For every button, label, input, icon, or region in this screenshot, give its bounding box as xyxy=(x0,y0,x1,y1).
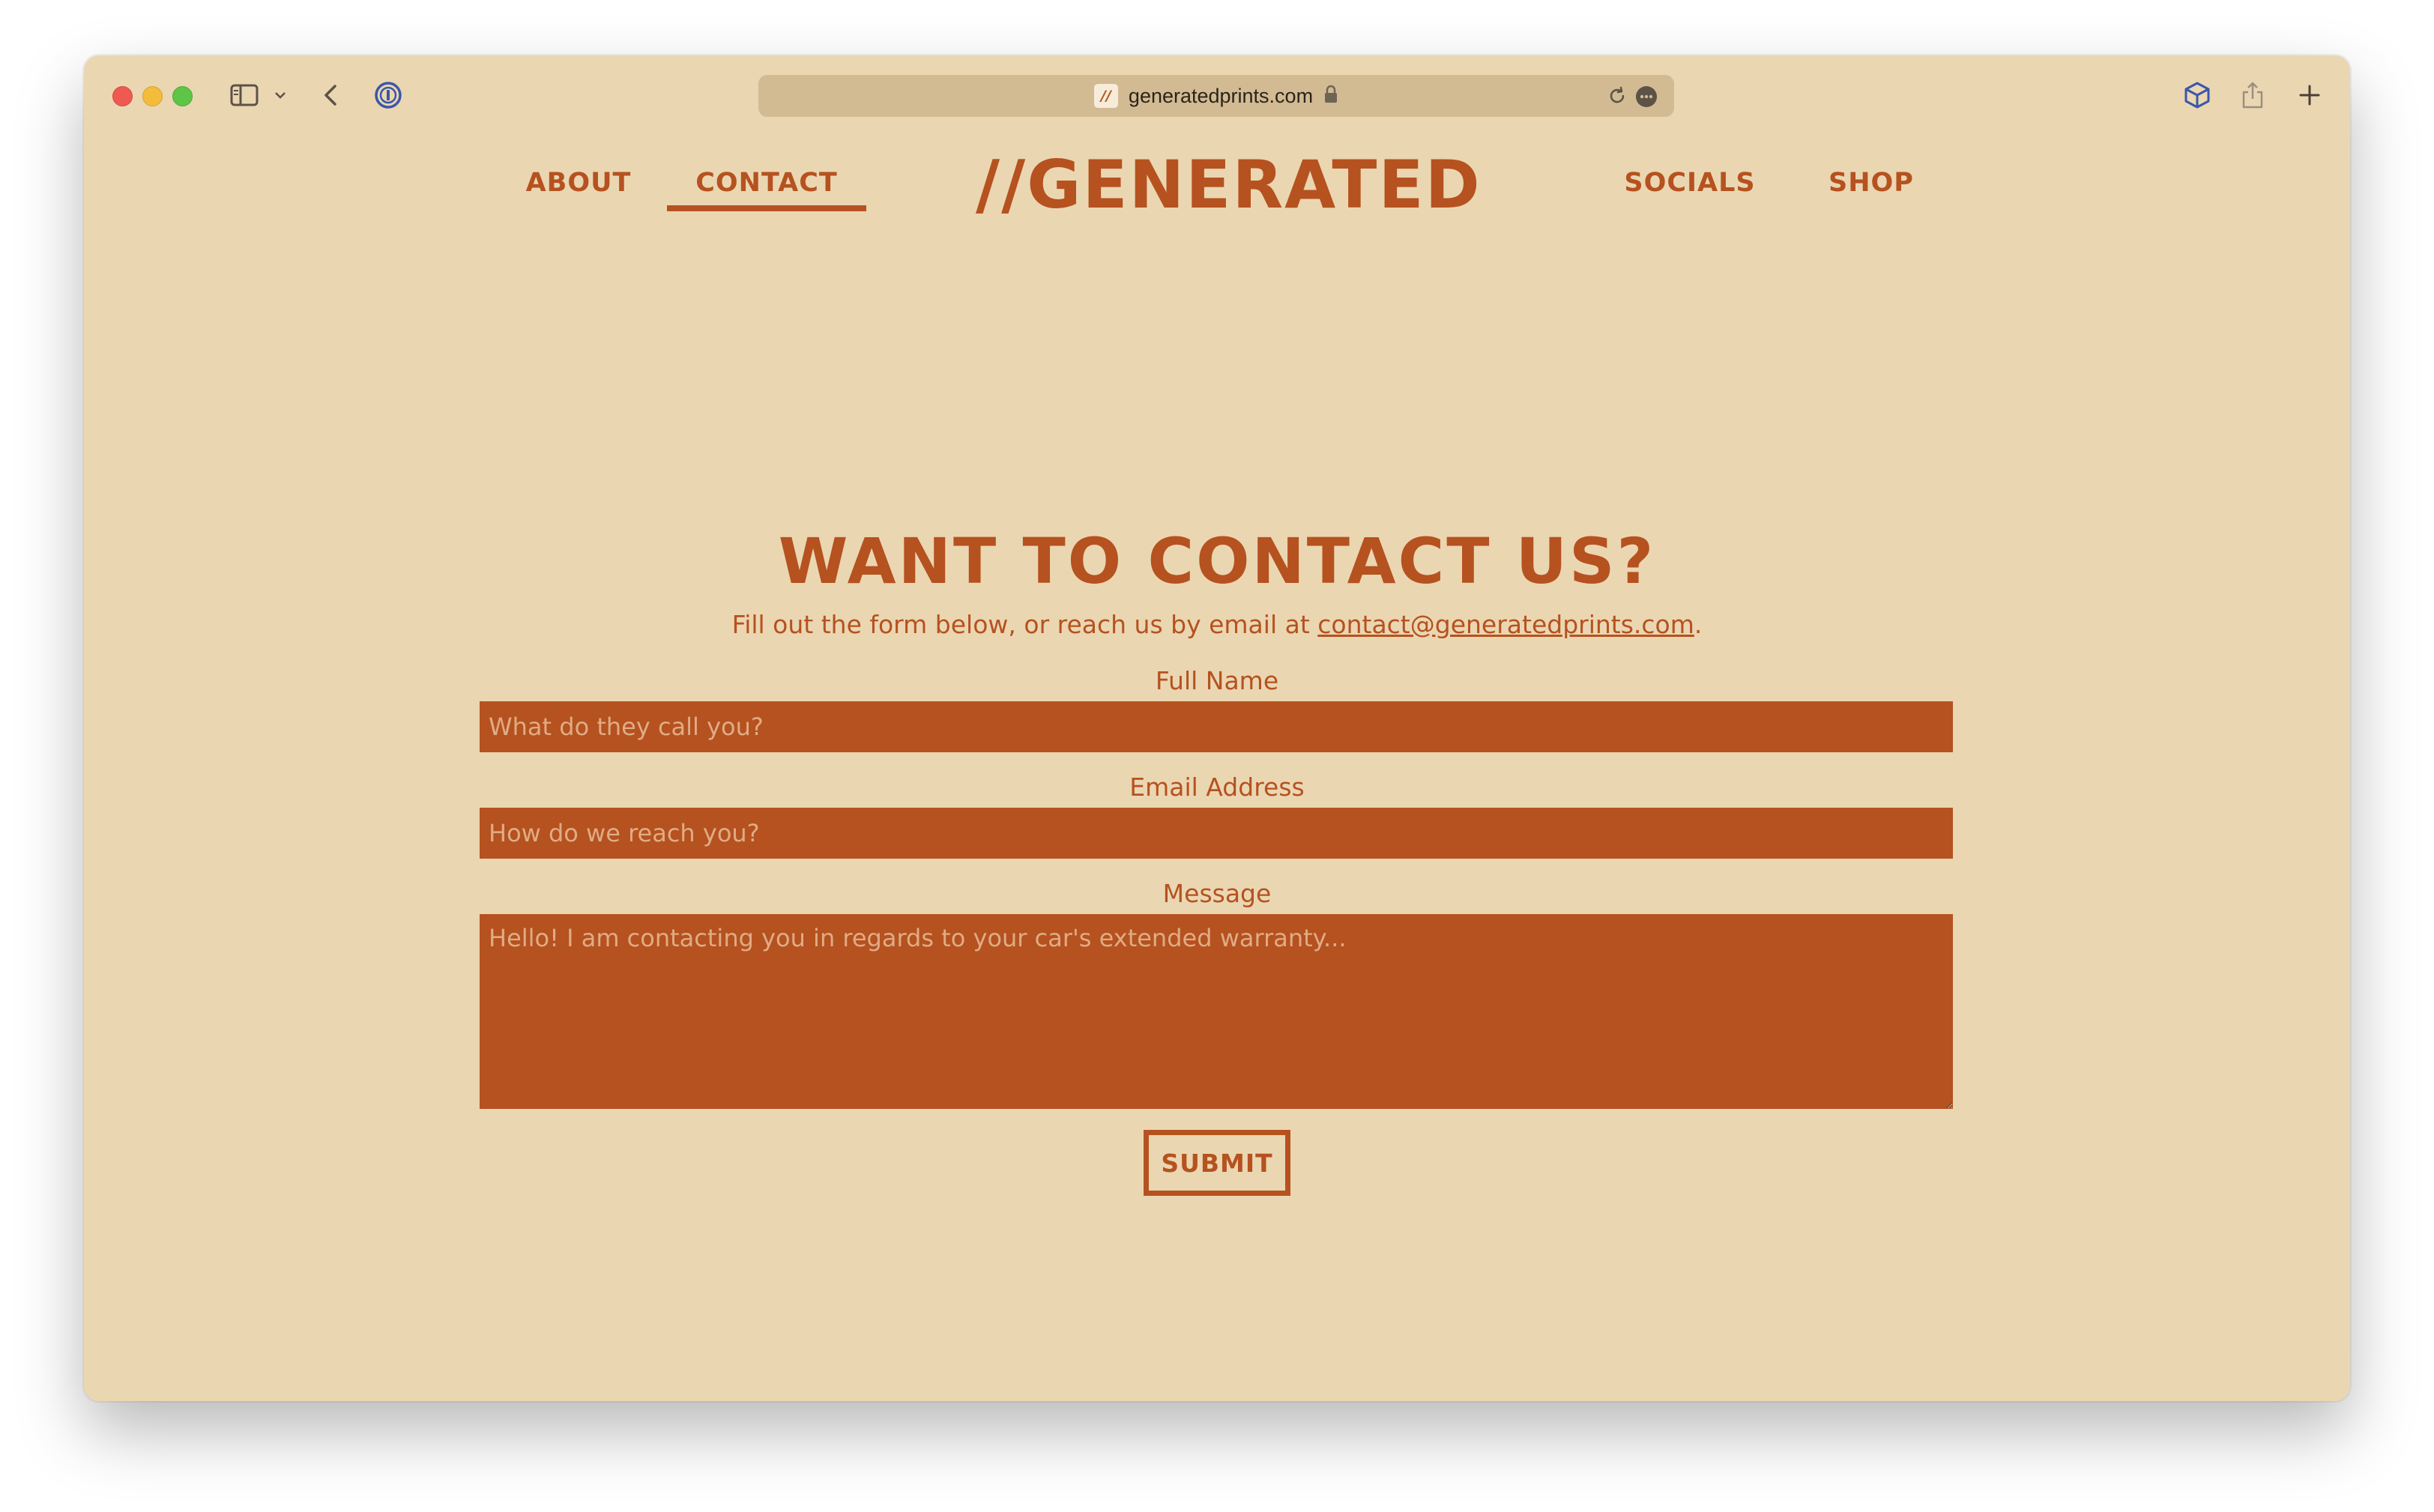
share-icon[interactable] xyxy=(2238,78,2268,112)
active-nav-indicator xyxy=(667,205,866,211)
chevron-down-icon[interactable] xyxy=(271,78,289,112)
nav-contact[interactable]: CONTACT xyxy=(667,160,866,205)
new-tab-icon[interactable] xyxy=(2295,78,2325,112)
contact-intro: Fill out the form below, or reach us by … xyxy=(84,602,2350,647)
site-favicon: // xyxy=(1093,84,1118,108)
message-textarea[interactable] xyxy=(480,914,1953,1109)
password-manager-icon[interactable] xyxy=(372,78,405,112)
more-options-icon[interactable] xyxy=(1635,85,1658,111)
contact-intro-end: . xyxy=(1694,610,1703,639)
address-bar[interactable]: // generatedprints.com xyxy=(758,75,1674,117)
full-name-input[interactable] xyxy=(480,701,1953,752)
site-logo[interactable]: //GENERATED xyxy=(976,144,1480,226)
browser-window: // generatedprints.com ABOUT CONTACT //G… xyxy=(84,55,2350,1401)
email-address-label: Email Address xyxy=(1129,772,1305,802)
back-icon[interactable] xyxy=(319,78,342,112)
lock-icon xyxy=(1323,85,1338,107)
nav-about[interactable]: ABOUT xyxy=(504,160,653,205)
url-text: generatedprints.com xyxy=(1128,84,1314,107)
minimize-window-button[interactable] xyxy=(142,86,163,106)
email-address-input[interactable] xyxy=(480,808,1953,859)
sidebar-icon[interactable] xyxy=(228,78,261,112)
submit-button[interactable]: SUBMIT xyxy=(1144,1130,1290,1196)
nav-shop[interactable]: SHOP xyxy=(1800,160,1942,205)
extension-cube-icon[interactable] xyxy=(2181,78,2214,112)
close-window-button[interactable] xyxy=(112,86,133,106)
full-name-label: Full Name xyxy=(1155,666,1279,695)
nav-socials[interactable]: SOCIALS xyxy=(1604,160,1776,205)
contact-email-link[interactable]: contact@generatedprints.com xyxy=(1317,610,1694,639)
browser-toolbar: // generatedprints.com xyxy=(84,55,2350,138)
message-label: Message xyxy=(1162,879,1272,908)
maximize-window-button[interactable] xyxy=(172,86,193,106)
reload-icon[interactable] xyxy=(1607,85,1628,109)
contact-intro-text: Fill out the form below, or reach us by … xyxy=(731,610,1318,639)
page-title: WANT TO CONTACT US? xyxy=(778,524,1656,598)
